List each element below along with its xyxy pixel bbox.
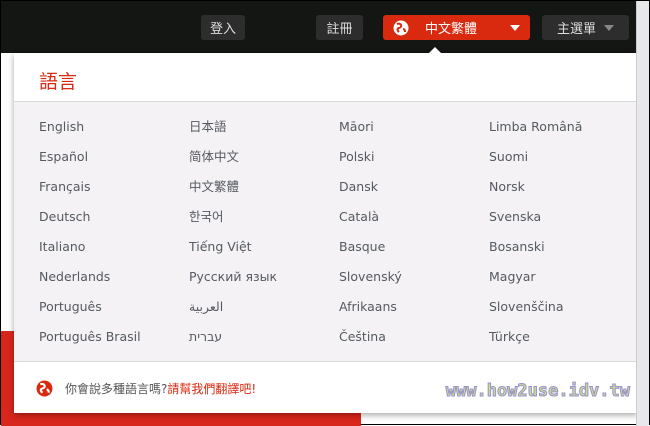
language-option[interactable]: Magyar	[489, 268, 582, 298]
panel-pointer	[429, 47, 441, 53]
language-option[interactable]: Türkçe	[489, 328, 582, 358]
language-option[interactable]: Català	[339, 208, 402, 238]
language-option[interactable]: Slovenský	[339, 268, 402, 298]
language-option[interactable]: Português Brasil	[39, 328, 141, 358]
globe-icon	[36, 380, 53, 396]
main-menu-button[interactable]: 主選單	[542, 15, 629, 40]
language-list: English Español Français Deutsch Italiano Ned…	[14, 101, 638, 362]
language-option[interactable]: 中文繁體	[189, 178, 277, 208]
language-option[interactable]: Basque	[339, 238, 402, 268]
login-label: 登入	[209, 22, 236, 37]
language-option[interactable]: Bosanski	[489, 238, 582, 268]
language-column: English Español Français Deutsch Italiano Ned…	[39, 118, 141, 358]
register-button[interactable]: 註冊	[316, 15, 363, 40]
language-option[interactable]: Русский язык	[189, 268, 277, 298]
language-option[interactable]: Polski	[339, 148, 402, 178]
language-label: 中文繁體	[425, 22, 478, 37]
register-label: 註冊	[326, 22, 353, 37]
language-panel: 語言 English Español Français Deutsch Italiano…	[14, 47, 638, 413]
top-navigation-bar: 登入 註冊 中文繁體 主選單	[1, 1, 637, 53]
language-option[interactable]: Slovenščina	[489, 298, 582, 328]
panel-title: 語言	[39, 71, 78, 93]
chevron-down-icon	[510, 24, 520, 31]
globe-icon	[393, 20, 409, 35]
language-column: Limba Română Suomi Norsk Svenska Bosanski Mag…	[489, 118, 582, 358]
language-option[interactable]: Italiano	[39, 238, 141, 268]
language-option[interactable]: Español	[39, 148, 141, 178]
translate-question: 你會說多種語言嗎?	[65, 381, 168, 396]
language-option[interactable]: العربية	[189, 298, 277, 328]
language-option[interactable]: 日本語	[189, 118, 277, 148]
language-option[interactable]: Afrikaans	[339, 298, 402, 328]
help-translate-link[interactable]: 請幫我們翻譯吧!	[167, 380, 256, 397]
language-dropdown-button[interactable]: 中文繁體	[383, 15, 530, 40]
scrollbar[interactable]	[636, 1, 649, 426]
language-option[interactable]: 简体中文	[189, 148, 277, 178]
language-option[interactable]: Dansk	[339, 178, 402, 208]
translate-footer: 你會說多種語言嗎? 請幫我們翻譯吧! www.how2use.idv.tw	[14, 363, 638, 413]
language-option[interactable]: 한국어	[189, 208, 277, 238]
language-column: Māori Polski Dansk Català Basque Slovenský Afr…	[339, 118, 402, 358]
language-option[interactable]: Français	[39, 178, 141, 208]
language-option[interactable]: Português	[39, 298, 141, 328]
language-option[interactable]: Nederlands	[39, 268, 141, 298]
chevron-down-icon	[604, 24, 614, 31]
login-button[interactable]: 登入	[201, 15, 245, 40]
language-option[interactable]: Māori	[339, 118, 402, 148]
language-option[interactable]: עברית	[189, 328, 277, 358]
language-column: 日本語 简体中文 中文繁體 한국어 Tiếng Việt Русский язык العر…	[189, 118, 277, 358]
language-option[interactable]: Čeština	[339, 328, 402, 358]
language-option[interactable]: Tiếng Việt	[189, 238, 277, 268]
language-option[interactable]: English	[39, 118, 141, 148]
language-option[interactable]: Norsk	[489, 178, 582, 208]
language-option[interactable]: Suomi	[489, 148, 582, 178]
language-option[interactable]: Svenska	[489, 208, 582, 238]
language-option[interactable]: Limba Română	[489, 118, 582, 148]
language-option[interactable]: Deutsch	[39, 208, 141, 238]
watermark: www.how2use.idv.tw	[445, 381, 630, 402]
main-menu-label: 主選單	[556, 22, 596, 37]
